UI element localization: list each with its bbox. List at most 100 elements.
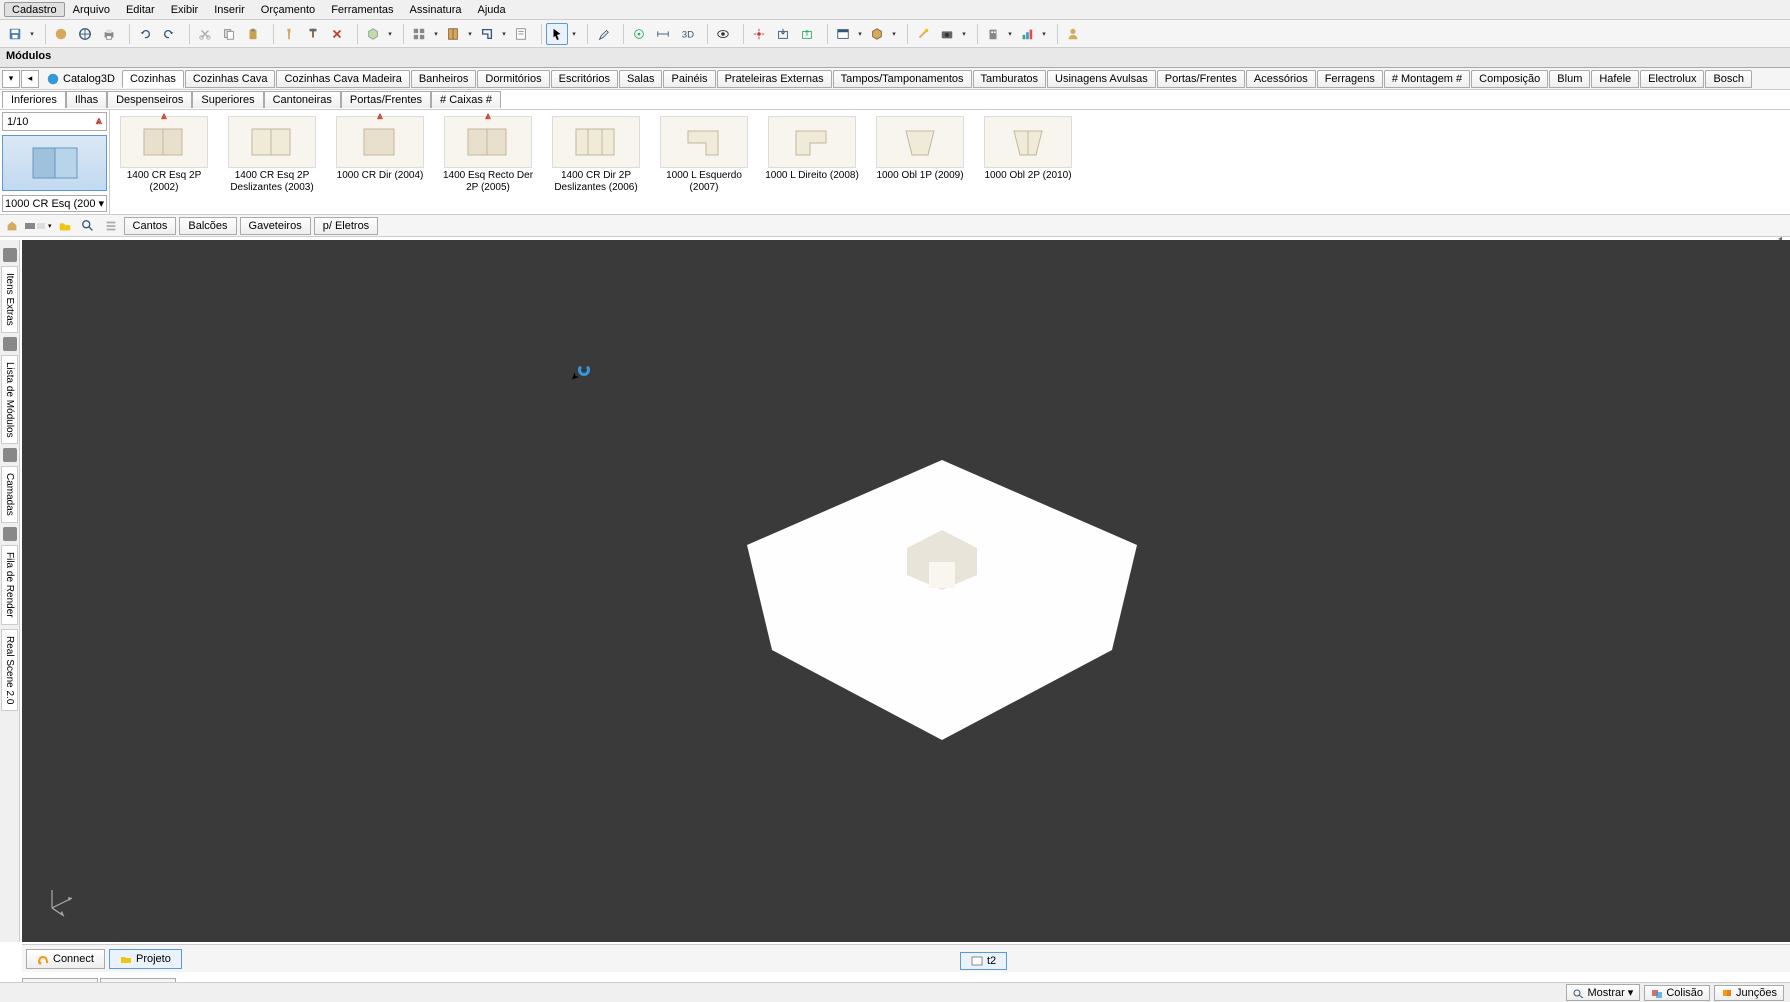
sidebar-itens-extras[interactable]: Itens Extras [1,266,18,333]
list-icon[interactable] [101,217,121,235]
tab-cozinhas-cava[interactable]: Cozinhas Cava [185,70,276,88]
gallery-item[interactable]: 1400 CR Esq 2P Deslizantes (2003) [218,110,326,214]
box-dropdown-icon[interactable]: ▾ [386,30,394,38]
subtab-superiores[interactable]: Superiores [192,91,263,108]
tab-escritorios[interactable]: Escritórios [551,70,618,88]
sidebar-toggle-icon[interactable] [3,337,17,351]
window-dropdown-icon[interactable]: ▾ [856,30,864,38]
subtab-inferiores[interactable]: Inferiores [2,91,66,108]
3d-icon[interactable]: 3D [676,23,698,45]
chart-icon[interactable] [1016,23,1038,45]
export-icon[interactable] [772,23,794,45]
tab-blum[interactable]: Blum [1549,70,1590,88]
sidebar-toggle-icon[interactable] [3,248,17,262]
tab-bosch[interactable]: Bosch [1705,70,1752,88]
gallery-item[interactable]: ⩓ 1400 Esq Recto Der 2P (2005) [434,110,542,214]
tab-montagem[interactable]: # Montagem # [1384,70,1470,88]
folder-icon[interactable] [55,217,75,235]
tab-tamburatos[interactable]: Tamburatos [973,70,1046,88]
gallery-item[interactable]: ⩓ 1000 CR Dir (2004) [326,110,434,214]
subtab-portas-frentes[interactable]: Portas/Frentes [341,91,431,108]
sidebar-fila-render[interactable]: Fila de Render [1,545,18,625]
grid-dropdown-icon[interactable]: ▾ [432,30,440,38]
tab-ferragens[interactable]: Ferragens [1317,70,1383,88]
segment-control[interactable] [25,217,45,235]
mostrar-button[interactable]: Mostrar ▾ [1566,984,1641,1001]
tab-acessorios[interactable]: Acessórios [1246,70,1316,88]
sidebar-toggle-icon[interactable] [3,448,17,462]
eye-icon[interactable] [712,23,734,45]
menu-ferramentas[interactable]: Ferramentas [323,2,401,17]
dimension-icon[interactable] [652,23,674,45]
tab-banheiros[interactable]: Banheiros [411,70,477,88]
colisao-button[interactable]: Colisão [1644,985,1710,1001]
explode-icon[interactable] [748,23,770,45]
print-icon[interactable] [98,23,120,45]
menu-ajuda[interactable]: Ajuda [470,2,514,17]
wardrobe-dropdown-icon[interactable]: ▾ [466,30,474,38]
subtab-cantoneiras[interactable]: Cantoneiras [264,91,341,108]
selected-module-thumbnail[interactable] [2,135,107,191]
sidebar-real-scene[interactable]: Real Scene 2.0 [1,629,18,711]
cut-icon[interactable] [194,23,216,45]
box-icon[interactable] [362,23,384,45]
tab-salas[interactable]: Salas [619,70,663,88]
menu-assinatura[interactable]: Assinatura [402,2,470,17]
back-button[interactable]: ◂ [21,70,39,88]
segment-dropdown-icon[interactable]: ▾ [48,222,52,230]
sidebar-camadas[interactable]: Camadas [1,466,18,523]
target-icon[interactable] [628,23,650,45]
redo-icon[interactable] [158,23,180,45]
menu-inserir[interactable]: Inserir [206,2,253,17]
projeto-tab[interactable]: Projeto [109,949,182,969]
render-icon[interactable] [50,23,72,45]
catalog-name[interactable]: Catalog3D [40,70,121,88]
delete-icon[interactable] [326,23,348,45]
scene-tab-gaveteiros[interactable]: Gaveteiros [240,217,311,235]
paste-icon[interactable] [242,23,264,45]
wardrobe-icon[interactable] [442,23,464,45]
sidebar-lista-modulos[interactable]: Lista de Módulos [1,355,18,445]
tab-electrolux[interactable]: Electrolux [1640,70,1704,88]
chart-dropdown-icon[interactable]: ▾ [1040,30,1048,38]
scene-tab-eletros[interactable]: p/ Eletros [314,217,378,235]
grid-icon[interactable] [408,23,430,45]
tab-portas-frentes[interactable]: Portas/Frentes [1157,70,1245,88]
shape-dropdown-icon[interactable]: ▾ [500,30,508,38]
gallery-dropdown[interactable]: 1000 CR Esq (200 ▾ [2,195,107,212]
menu-editar[interactable]: Editar [118,2,163,17]
globe-icon[interactable] [74,23,96,45]
building-dropdown-icon[interactable]: ▾ [1006,30,1014,38]
tab-paineis[interactable]: Painéis [663,70,715,88]
tab-hafele[interactable]: Hafele [1591,70,1639,88]
window-icon[interactable] [832,23,854,45]
subtab-despenseiros[interactable]: Despenseiros [107,91,192,108]
tab-cozinhas[interactable]: Cozinhas [122,70,184,88]
import-icon[interactable] [796,23,818,45]
gallery-item[interactable]: 1000 L Direito (2008) [758,110,866,214]
scene-tab-balcoes[interactable]: Balcões [179,217,236,235]
tab-usinagens[interactable]: Usinagens Avulsas [1047,70,1156,88]
undo-icon[interactable] [134,23,156,45]
axis-gizmo[interactable] [42,878,82,918]
copy-icon[interactable] [218,23,240,45]
house-icon[interactable] [2,217,22,235]
notes-icon[interactable] [510,23,532,45]
gallery-item[interactable]: 1000 Obl 2P (2010) [974,110,1082,214]
menu-arquivo[interactable]: Arquivo [65,2,118,17]
catalog-dropdown-button[interactable]: ▾ [2,70,20,88]
sidebar-toggle-icon[interactable] [3,527,17,541]
cube-icon[interactable] [866,23,888,45]
tab-cozinhas-cava-madeira[interactable]: Cozinhas Cava Madeira [276,70,409,88]
gallery-item[interactable]: 1000 Obl 1P (2009) [866,110,974,214]
subtab-ilhas[interactable]: Ilhas [66,91,107,108]
tab-dormitorios[interactable]: Dormitórios [477,70,549,88]
camera-icon[interactable] [936,23,958,45]
cube-dropdown-icon[interactable]: ▾ [890,30,898,38]
juncoes-button[interactable]: Junções [1714,985,1784,1001]
3d-viewport[interactable] [22,240,1790,942]
shape-icon[interactable] [476,23,498,45]
connect-tab[interactable]: Connect [26,949,105,969]
wand-icon[interactable] [912,23,934,45]
gallery-item[interactable]: ⩓ 1400 CR Esq 2P (2002) [110,110,218,214]
